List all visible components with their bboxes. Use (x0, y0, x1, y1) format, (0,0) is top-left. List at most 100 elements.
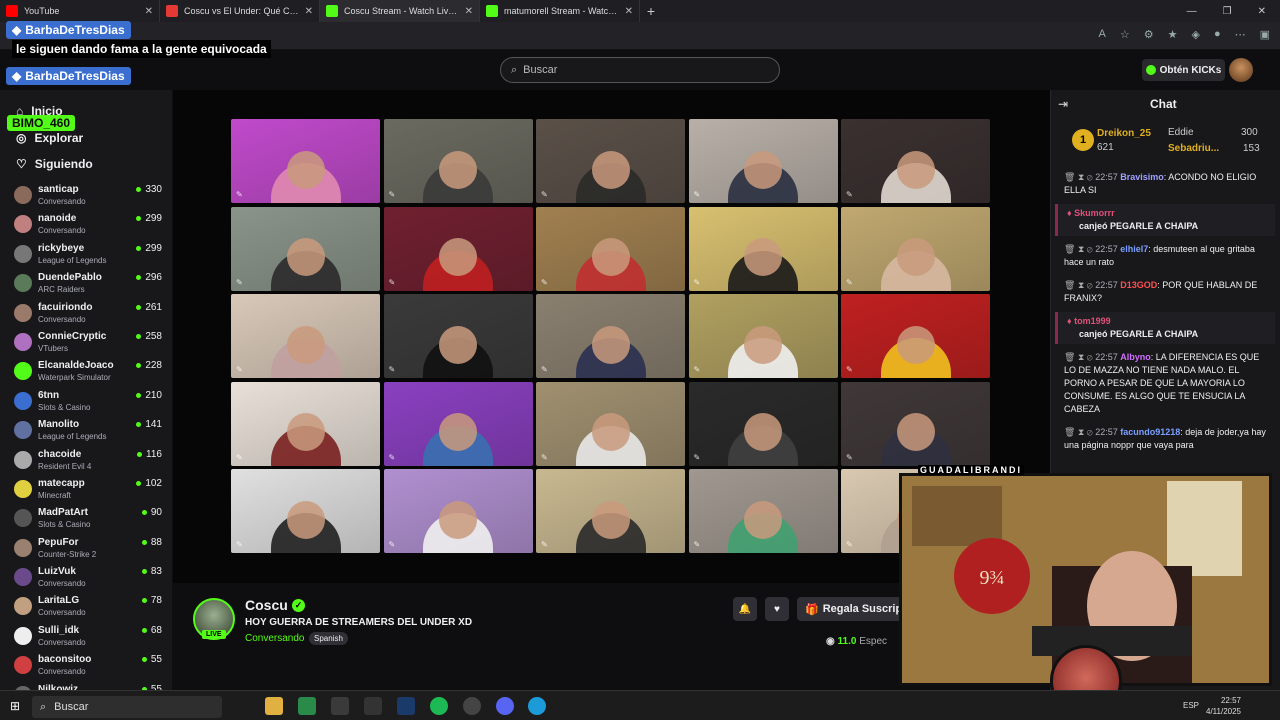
follow-button[interactable]: ♥ (765, 597, 789, 621)
timeout-icon[interactable]: ⧗ (1078, 427, 1084, 437)
sidebar-channel[interactable]: santicap Conversando 330 (14, 183, 164, 212)
delete-icon[interactable]: 🗑 (1064, 244, 1075, 254)
ban-icon[interactable]: ⊘ (1087, 244, 1093, 254)
sidebar-item-explore[interactable]: ◎ Explorar (16, 131, 83, 145)
close-window-icon[interactable]: ✕ (1258, 6, 1266, 17)
sidebar-icon[interactable]: ▣ (1260, 28, 1270, 41)
obs-icon[interactable] (463, 697, 481, 715)
chat-username[interactable]: D13GOD (1120, 280, 1157, 290)
live-dot-icon (141, 539, 147, 545)
ban-icon[interactable]: ⊘ (1087, 427, 1093, 437)
channel-avatar (14, 568, 32, 587)
delete-icon[interactable]: 🗑 (1064, 280, 1075, 290)
steam-icon[interactable] (397, 697, 415, 715)
favorites-icon[interactable]: ★ (1168, 28, 1178, 41)
ban-icon[interactable]: ⊘ (1087, 280, 1093, 290)
sidebar-channel[interactable]: baconsitoo Conversando 55 (14, 653, 164, 682)
chat-username[interactable]: Skumorrr (1074, 208, 1115, 218)
sidebar-channel[interactable]: chacoide Resident Evil 4 116 (14, 448, 164, 477)
spotify-icon[interactable] (430, 697, 448, 715)
channel-name: DuendePablo (38, 272, 102, 284)
close-icon[interactable]: ✕ (465, 6, 473, 17)
input-language[interactable]: ESP (1183, 701, 1199, 710)
mic-icon: ✎ (541, 277, 548, 287)
close-icon[interactable]: ✕ (145, 6, 153, 17)
close-icon[interactable]: ✕ (305, 6, 313, 17)
sidebar-channel[interactable]: LaritaLG Conversando 78 (14, 594, 164, 623)
shield-icon[interactable]: ◈ (1191, 28, 1199, 41)
chat-messages: 🗑 ⧗ ⊘ 22:57 Bravisimo: ACONDO NO ELIGIO … (1055, 168, 1275, 468)
discord-icon[interactable] (496, 697, 514, 715)
edge-icon[interactable] (528, 697, 546, 715)
chat-username[interactable]: elhiel7 (1120, 244, 1148, 254)
chat-username[interactable]: Bravisimo (1120, 172, 1164, 182)
stream-category[interactable]: Conversando (245, 633, 304, 644)
tab-coscu-vs-el-under[interactable]: Coscu vs El Under: Qué CARAJOS ✕ (160, 0, 320, 22)
collapse-chat-icon[interactable]: ⇥ (1058, 97, 1068, 111)
sidebar-item-following[interactable]: ♡ Siguiendo (16, 157, 93, 171)
xbox-icon[interactable] (331, 697, 349, 715)
channel-name[interactable]: Coscu (245, 597, 288, 613)
read-aloud-icon[interactable]: A (1099, 28, 1106, 41)
maximize-icon[interactable]: ❐ (1223, 6, 1232, 17)
sidebar-channel[interactable]: nanoide Conversando 299 (14, 212, 164, 241)
tab-coscu-stream[interactable]: Coscu Stream - Watch Live on Kick ✕ (320, 0, 480, 22)
sidebar-channel[interactable]: Manolito League of Legends 141 (14, 418, 164, 447)
timeout-icon[interactable]: ⧗ (1078, 244, 1084, 254)
notification-button[interactable]: 🔔 (733, 597, 757, 621)
tab-youtube[interactable]: YouTube ✕ (0, 0, 160, 22)
chat-username[interactable]: tom1999 (1074, 316, 1111, 326)
channel-category: Slots & Casino (38, 520, 91, 530)
chat-username[interactable]: facundo91218 (1120, 427, 1180, 437)
timeout-icon[interactable]: ⧗ (1078, 280, 1084, 290)
sidebar-channel[interactable]: rickybeye League of Legends 299 (14, 242, 164, 271)
sidebar-channel[interactable]: LuizVuk Conversando 83 (14, 565, 164, 594)
windows-start-icon[interactable]: ⊞ (10, 699, 20, 713)
epic-games-icon[interactable] (364, 697, 382, 715)
profile-icon[interactable]: ● (1214, 28, 1221, 41)
delete-icon[interactable]: 🗑 (1064, 427, 1075, 437)
taskbar-clock[interactable]: 22:57 4/11/2025 (1201, 695, 1241, 717)
user-avatar[interactable] (1229, 58, 1253, 82)
get-kicks-button[interactable]: Obtén KICKs (1142, 59, 1225, 81)
sidebar-channel[interactable]: PepuFor Counter-Strike 2 88 (14, 536, 164, 565)
timeout-icon[interactable]: ⧗ (1078, 352, 1084, 362)
extensions-icon[interactable]: ⚙ (1144, 28, 1154, 41)
gifter-name[interactable]: Eddie (1168, 127, 1194, 138)
tab-matumorell-stream[interactable]: matumorell Stream - Watch Live ✕ (480, 0, 640, 22)
more-icon[interactable]: ⋯ (1235, 28, 1246, 41)
gifter-amount: 300 (1241, 127, 1258, 138)
sidebar-channel[interactable]: MadPatArt Slots & Casino 90 (14, 506, 164, 535)
favorite-icon[interactable]: ☆ (1120, 28, 1130, 41)
chat-username[interactable]: Albyno (1120, 352, 1151, 362)
delete-icon[interactable]: 🗑 (1064, 352, 1075, 362)
file-explorer-icon[interactable] (265, 697, 283, 715)
sidebar-channel[interactable]: Sulli_idk Conversando 68 (14, 624, 164, 653)
timeout-icon[interactable]: ⧗ (1078, 172, 1084, 182)
gifter-name[interactable]: Sebadriu... (1168, 143, 1219, 154)
sidebar-channel[interactable]: ElcanaldeJoaco Waterpark Simulator 228 (14, 359, 164, 388)
sidebar-channel[interactable]: facuiriondo Conversando 261 (14, 301, 164, 330)
close-icon[interactable]: ✕ (625, 6, 633, 17)
gift-sub-button[interactable]: 🎁 Regala Suscrip (797, 597, 907, 621)
search-input[interactable]: ⌕ Buscar (500, 57, 780, 83)
delete-icon[interactable]: 🗑 (1064, 172, 1075, 182)
taskbar-search[interactable]: ⌕ Buscar (32, 696, 222, 718)
new-tab-button[interactable]: + (640, 3, 662, 19)
minecraft-icon[interactable] (298, 697, 316, 715)
channel-viewers: 296 (136, 272, 162, 283)
person-head (591, 413, 630, 452)
mic-icon: ✎ (846, 365, 853, 374)
sidebar-channel[interactable]: DuendePablo ARC Raiders 296 (14, 271, 164, 300)
sidebar-channel[interactable]: 6tnn Slots & Casino 210 (14, 389, 164, 418)
channel-avatar (14, 479, 32, 498)
ban-icon[interactable]: ⊘ (1087, 172, 1093, 182)
minimize-icon[interactable]: — (1187, 6, 1197, 17)
video-grid: ✎ ✎ ✎ ✎ ✎ ✎ ✎ ✎ ✎ ✎ ✎ ✎ ✎ ✎ ✎ ✎ ✎ ✎ ✎ ✎ ✎ ✎ ✎ ✎ ✎ (231, 119, 994, 554)
sidebar-channel[interactable]: matecapp Minecraft 102 (14, 477, 164, 506)
sidebar-channel[interactable]: ConnieCryptic VTubers 258 (14, 330, 164, 359)
gifter-name[interactable]: Dreikon_25 (1097, 128, 1151, 139)
channel-category: Conversando (38, 197, 86, 206)
ban-icon[interactable]: ⊘ (1087, 352, 1093, 362)
language-tag[interactable]: Spanish (309, 632, 348, 645)
